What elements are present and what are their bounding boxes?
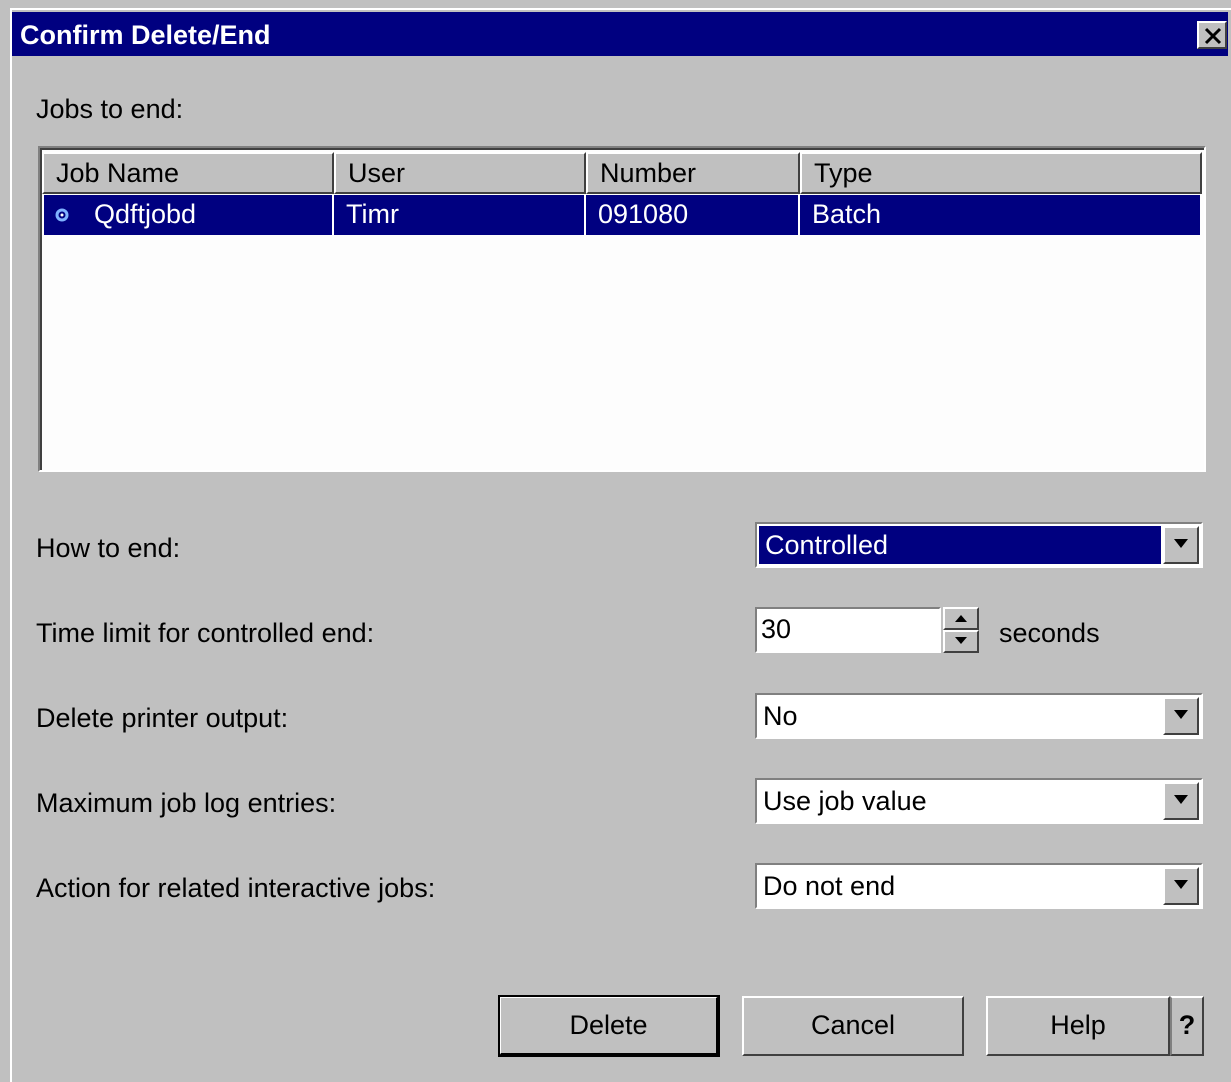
how-to-end-dropdown-button[interactable]	[1163, 526, 1199, 564]
column-header-number[interactable]: Number	[586, 152, 800, 194]
column-header-job-name[interactable]: Job Name	[42, 152, 334, 194]
spin-down-button[interactable]	[943, 630, 979, 653]
how-to-end-select[interactable]: Controlled	[755, 522, 1203, 568]
how-to-end-label: How to end:	[36, 533, 181, 563]
cell-number: 091080	[586, 195, 800, 235]
close-icon	[1204, 27, 1222, 45]
help-button[interactable]: Help	[986, 996, 1170, 1056]
time-limit-input[interactable]: 30	[755, 607, 941, 653]
time-limit-unit: seconds	[999, 618, 1100, 648]
chevron-down-icon	[1174, 710, 1188, 719]
related-interactive-jobs-label: Action for related interactive jobs:	[36, 873, 436, 903]
cancel-button[interactable]: Cancel	[742, 996, 964, 1056]
jobs-table: Job Name User Number Type Qdftjobd Timr …	[38, 146, 1206, 472]
window-title: Confirm Delete/End	[20, 20, 271, 50]
max-job-log-entries-dropdown-button[interactable]	[1163, 782, 1199, 820]
delete-printer-output-value: No	[763, 701, 798, 731]
cell-type: Batch	[812, 199, 882, 229]
arrow-down-icon	[955, 637, 967, 644]
time-limit-label: Time limit for controlled end:	[36, 618, 375, 648]
chevron-down-icon	[1174, 539, 1188, 548]
cell-user: Timr	[334, 195, 586, 235]
column-header-user[interactable]: User	[334, 152, 586, 194]
max-job-log-entries-value: Use job value	[763, 786, 927, 816]
jobs-to-end-label: Jobs to end:	[36, 94, 184, 124]
how-to-end-value: Controlled	[759, 526, 1161, 564]
close-button[interactable]	[1197, 21, 1227, 49]
arrow-up-icon	[955, 615, 967, 622]
job-name-text: Qdftjobd	[94, 199, 197, 229]
related-interactive-jobs-value: Do not end	[763, 871, 896, 901]
delete-printer-output-label: Delete printer output:	[36, 703, 289, 733]
related-interactive-jobs-select[interactable]: Do not end	[755, 863, 1203, 909]
title-bar: Confirm Delete/End	[12, 12, 1228, 56]
column-header-type[interactable]: Type	[800, 152, 1202, 194]
table-header: Job Name User Number Type	[42, 152, 1202, 194]
max-job-log-entries-label: Maximum job log entries:	[36, 788, 337, 818]
cell-job-name: Qdftjobd	[44, 195, 334, 235]
job-icon	[55, 208, 69, 222]
delete-button[interactable]: Delete	[498, 995, 720, 1057]
chevron-down-icon	[1174, 795, 1188, 804]
chevron-down-icon	[1174, 880, 1188, 889]
spin-up-button[interactable]	[943, 607, 979, 630]
delete-printer-output-select[interactable]: No	[755, 693, 1203, 739]
related-interactive-jobs-dropdown-button[interactable]	[1163, 867, 1199, 905]
help-question-button[interactable]: ?	[1170, 996, 1204, 1056]
table-row[interactable]: Qdftjobd Timr 091080 Batch	[44, 195, 1200, 235]
delete-printer-output-dropdown-button[interactable]	[1163, 697, 1199, 735]
time-limit-spinner	[943, 607, 979, 653]
max-job-log-entries-select[interactable]: Use job value	[755, 778, 1203, 824]
